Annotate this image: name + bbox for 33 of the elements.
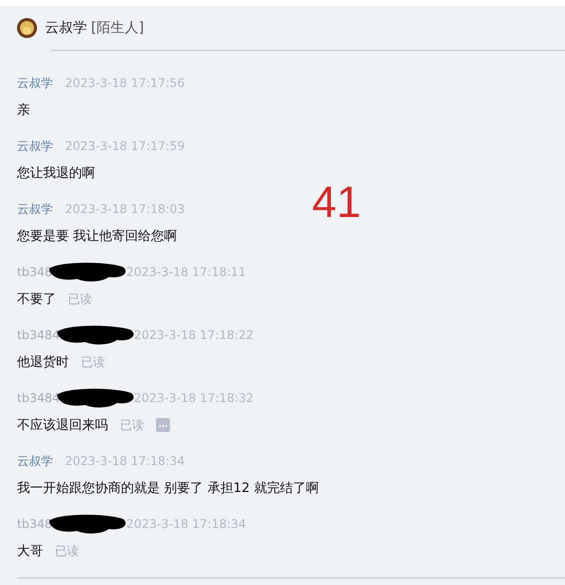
message-time: 2023-3-18 17:17:56 xyxy=(65,76,185,90)
message-text: 他退货时 xyxy=(17,354,69,371)
sender-name: 云叔学 xyxy=(17,200,53,218)
sender-name: 云叔学 xyxy=(17,452,53,470)
read-status: 已读 xyxy=(68,290,92,308)
message-time: 2023-3-18 17:18:32 xyxy=(134,391,254,405)
sender-name: tb348 xyxy=(17,517,52,531)
read-status: 已读 xyxy=(55,542,79,560)
sender-name: tb3484 xyxy=(17,391,60,405)
read-status: 已读 xyxy=(81,354,105,370)
sender-name: 云叔学 xyxy=(17,74,53,92)
message-time: 2023-3-18 17:18:22 xyxy=(134,328,254,342)
contact-tag: [陌生人] xyxy=(91,19,144,37)
overlay-number: 41 xyxy=(312,178,361,228)
sender-name: 云叔学 xyxy=(17,138,53,154)
more-icon[interactable] xyxy=(156,418,170,432)
message-time: 2023-3-18 17:18:34 xyxy=(126,517,246,531)
message-time: 2023-3-18 17:18:34 xyxy=(65,454,185,468)
read-status: 已读 xyxy=(120,416,144,434)
message-text: 我一开始跟您协商的就是 别要了 承担12 就完结了啊 xyxy=(17,480,319,497)
message-text: 亲 xyxy=(17,102,30,119)
chat-title: 云叔学 xyxy=(45,19,87,37)
message-text: 大哥 xyxy=(17,543,43,560)
message-text: 您要是要 我让他寄回给您啊 xyxy=(17,228,178,245)
message-text: 您让我退的啊 xyxy=(17,165,95,182)
message-time: 2023-3-18 17:17:59 xyxy=(65,139,185,153)
message-text: 不要了 xyxy=(17,291,56,308)
sender-name: tb3484 xyxy=(17,328,60,342)
avatar-icon xyxy=(17,18,37,38)
message-text: 不应该退回来吗 xyxy=(17,417,108,434)
message-time: 2023-3-18 17:18:03 xyxy=(65,202,185,216)
sender-name: tb348 xyxy=(17,265,52,279)
message-time: 2023-3-18 17:18:11 xyxy=(126,265,246,279)
